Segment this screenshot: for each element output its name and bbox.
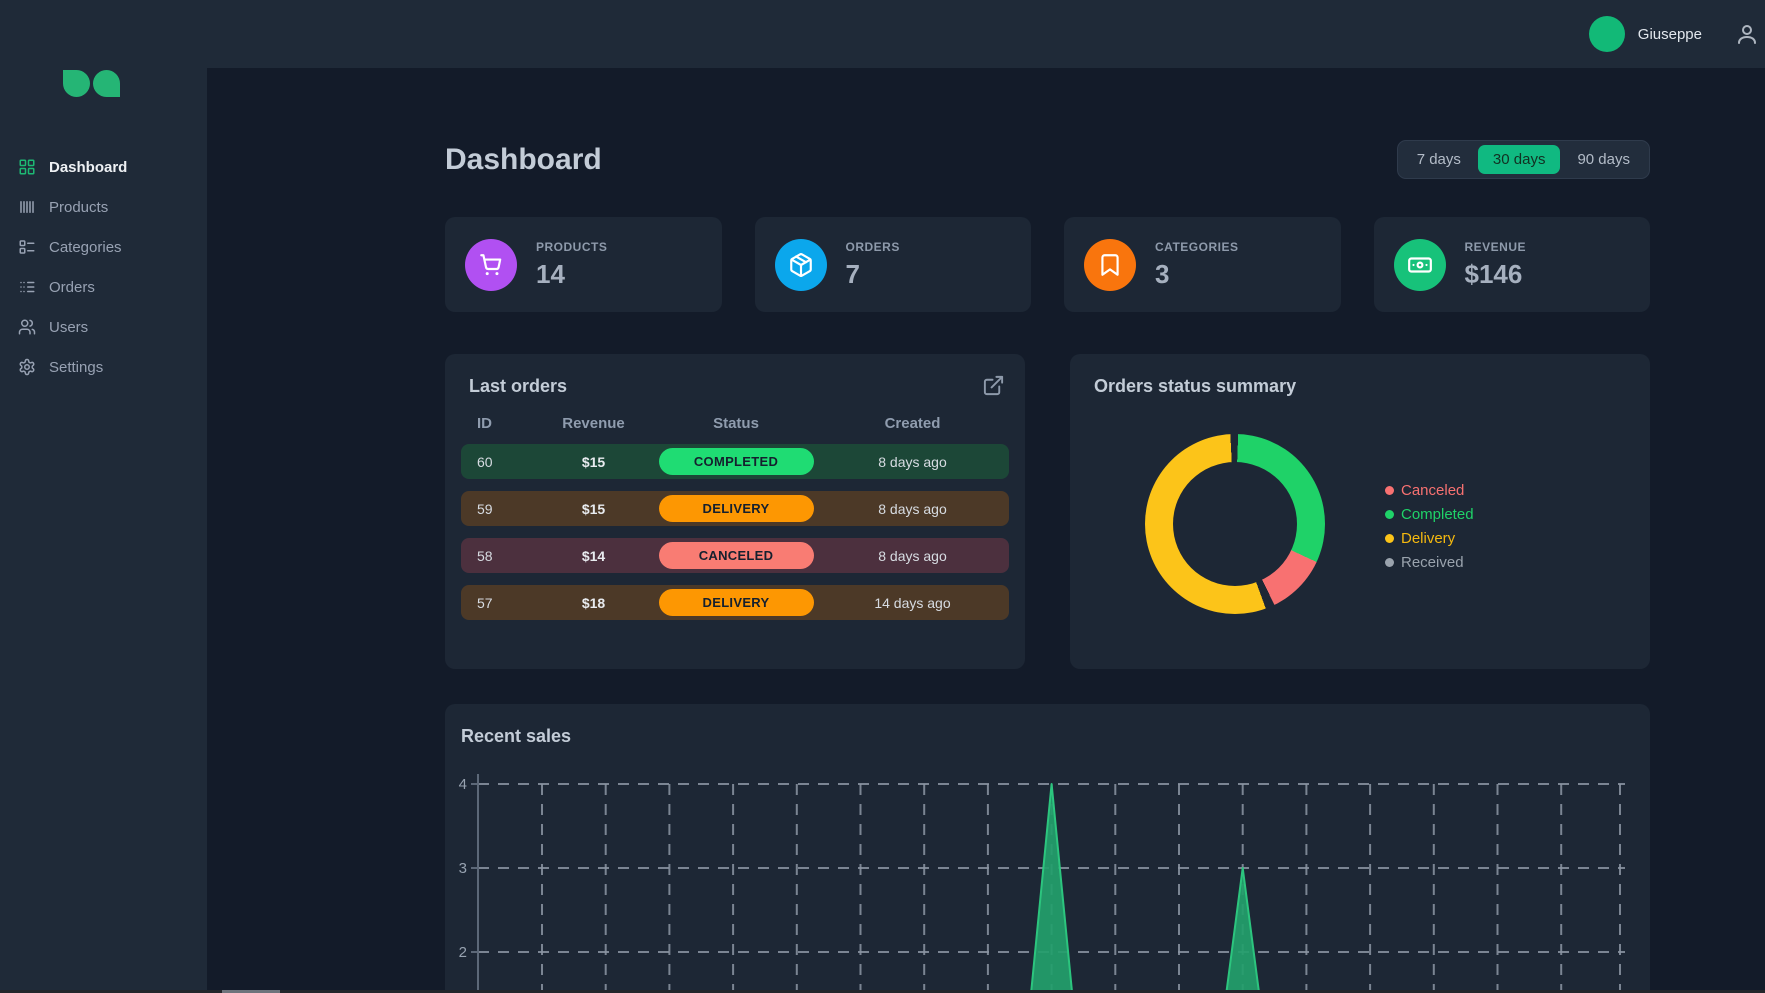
- recent-sales-area-chart: 4 3 2: [445, 766, 1650, 993]
- users-icon: [18, 318, 36, 336]
- column-header-revenue: Revenue: [531, 415, 656, 432]
- order-id: 60: [461, 454, 531, 470]
- main-content: Dashboard 7 days 30 days 90 days PRODUCT…: [207, 68, 1765, 993]
- order-revenue: $14: [531, 548, 656, 564]
- stat-cards-row: PRODUCTS 14 ORDERS 7 CATEGORIES: [445, 217, 1650, 312]
- package-icon: [775, 239, 827, 291]
- order-id: 57: [461, 595, 531, 611]
- sidebar-nav: Dashboard Products Categories Orders Use…: [0, 147, 207, 387]
- orders-status-donut-chart: [1145, 434, 1325, 614]
- sidebar-item-orders[interactable]: Orders: [0, 267, 207, 307]
- column-header-id: ID: [461, 415, 531, 432]
- stat-value: 3: [1155, 259, 1238, 290]
- logo-leaf: [63, 70, 90, 97]
- orders-table: ID Revenue Status Created 60 $15 COMPLET…: [461, 415, 1009, 620]
- date-range-group: 7 days 30 days 90 days: [1397, 140, 1650, 179]
- svg-text:2: 2: [459, 944, 467, 961]
- stat-label: ORDERS: [846, 240, 900, 254]
- sidebar-item-label: Settings: [49, 359, 103, 376]
- stat-card-revenue: REVENUE $146: [1374, 217, 1651, 312]
- orders-table-header: ID Revenue Status Created: [461, 415, 1009, 444]
- stat-label: PRODUCTS: [536, 240, 607, 254]
- external-link-icon[interactable]: [982, 374, 1005, 397]
- sidebar-item-dashboard[interactable]: Dashboard: [0, 147, 207, 187]
- order-created: 8 days ago: [816, 501, 1009, 517]
- status-badge: COMPLETED: [659, 448, 814, 475]
- user-name[interactable]: Giuseppe: [1638, 26, 1702, 43]
- orders-status-card: Orders status summary Canceled Completed…: [1070, 354, 1650, 669]
- legend-item-delivery: Delivery: [1385, 526, 1474, 550]
- order-created: 14 days ago: [816, 595, 1009, 611]
- avatar[interactable]: [1589, 16, 1625, 52]
- last-orders-card: Last orders ID Revenue Status Created 60…: [445, 354, 1025, 669]
- legend-dot: [1385, 510, 1394, 519]
- status-badge: CANCELED: [659, 542, 814, 569]
- order-created: 8 days ago: [816, 548, 1009, 564]
- stat-value: 14: [536, 259, 607, 290]
- sidebar: Dashboard Products Categories Orders Use…: [0, 0, 207, 993]
- stat-label: REVENUE: [1465, 240, 1527, 254]
- sidebar-item-users[interactable]: Users: [0, 307, 207, 347]
- topbar: Giuseppe: [0, 0, 1765, 68]
- order-id: 58: [461, 548, 531, 564]
- last-orders-title: Last orders: [461, 376, 1009, 397]
- sidebar-item-label: Dashboard: [49, 159, 127, 176]
- table-row[interactable]: 60 $15 COMPLETED 8 days ago: [461, 444, 1009, 479]
- legend-dot: [1385, 486, 1394, 495]
- sidebar-item-settings[interactable]: Settings: [0, 347, 207, 387]
- page-title: Dashboard: [445, 143, 602, 177]
- bars-icon: [18, 198, 36, 216]
- banknote-icon: [1394, 239, 1446, 291]
- recent-sales-title: Recent sales: [445, 726, 1650, 747]
- grid-icon: [18, 158, 36, 176]
- stat-value: 7: [846, 259, 900, 290]
- order-created: 8 days ago: [816, 454, 1009, 470]
- stat-card-products: PRODUCTS 14: [445, 217, 722, 312]
- table-row[interactable]: 58 $14 CANCELED 8 days ago: [461, 538, 1009, 573]
- order-revenue: $15: [531, 454, 656, 470]
- logo-leaf: [93, 70, 120, 97]
- sidebar-item-label: Categories: [49, 239, 122, 256]
- legend-dot: [1385, 534, 1394, 543]
- bookmark-icon: [1084, 239, 1136, 291]
- status-badge: DELIVERY: [659, 589, 814, 616]
- legend-item-received: Received: [1385, 550, 1474, 574]
- sidebar-item-categories[interactable]: Categories: [0, 227, 207, 267]
- range-button-30-days[interactable]: 30 days: [1478, 145, 1561, 174]
- order-revenue: $15: [531, 501, 656, 517]
- status-badge: DELIVERY: [659, 495, 814, 522]
- table-row[interactable]: 59 $15 DELIVERY 8 days ago: [461, 491, 1009, 526]
- svg-text:3: 3: [459, 860, 467, 877]
- sidebar-item-products[interactable]: Products: [0, 187, 207, 227]
- svg-text:4: 4: [459, 776, 467, 793]
- orders-status-title: Orders status summary: [1094, 376, 1650, 397]
- stat-card-categories: CATEGORIES 3: [1064, 217, 1341, 312]
- column-header-status: Status: [656, 415, 816, 432]
- stat-card-orders: ORDERS 7: [755, 217, 1032, 312]
- sidebar-item-label: Users: [49, 319, 88, 336]
- sidebar-item-label: Products: [49, 199, 108, 216]
- order-revenue: $18: [531, 595, 656, 611]
- chart-legend: Canceled Completed Delivery Received: [1385, 478, 1474, 574]
- gear-icon: [18, 358, 36, 376]
- stat-value: $146: [1465, 259, 1527, 290]
- sidebar-item-label: Orders: [49, 279, 95, 296]
- person-icon[interactable]: [1735, 22, 1759, 46]
- recent-sales-card: Recent sales 4 3 2: [445, 704, 1650, 993]
- legend-item-canceled: Canceled: [1385, 478, 1474, 502]
- legend-dot: [1385, 558, 1394, 567]
- stat-label: CATEGORIES: [1155, 240, 1238, 254]
- range-button-90-days[interactable]: 90 days: [1562, 145, 1645, 174]
- donut-hole: [1173, 462, 1297, 586]
- order-id: 59: [461, 501, 531, 517]
- cart-icon: [465, 239, 517, 291]
- dotted-list-icon: [18, 278, 36, 296]
- table-row[interactable]: 57 $18 DELIVERY 14 days ago: [461, 585, 1009, 620]
- category-list-icon: [18, 238, 36, 256]
- range-button-7-days[interactable]: 7 days: [1402, 145, 1476, 174]
- legend-item-completed: Completed: [1385, 502, 1474, 526]
- column-header-created: Created: [816, 415, 1009, 432]
